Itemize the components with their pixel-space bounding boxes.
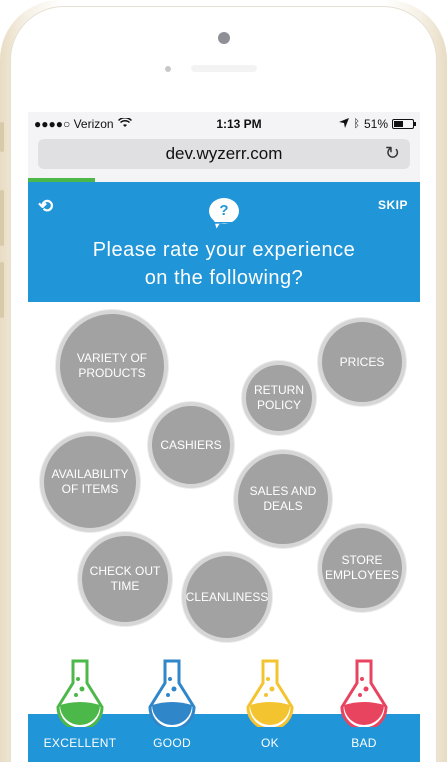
mute-switch [0, 122, 4, 152]
rating-good[interactable]: GOOD [132, 112, 212, 762]
rating-bad[interactable]: BAD [324, 112, 404, 762]
screen: ●●●●○ Verizon 1:13 PM ᛒ 51% dev.wyzerr.c… [28, 112, 420, 762]
earpiece-speaker [191, 65, 257, 72]
flask-ok-icon [246, 659, 294, 727]
flask-excellent-icon [56, 659, 104, 727]
volume-down-button [0, 262, 4, 318]
flask-bad-icon [340, 659, 388, 727]
rating-excellent[interactable]: EXCELLENT [40, 112, 120, 762]
flask-good-icon [148, 659, 196, 727]
rating-excellent-label: EXCELLENT [43, 736, 117, 750]
rating-good-label: GOOD [153, 736, 191, 750]
rating-bad-label: BAD [351, 736, 377, 750]
phone-frame: ●●●●○ Verizon 1:13 PM ᛒ 51% dev.wyzerr.c… [0, 0, 447, 762]
front-camera [218, 32, 230, 44]
rating-ok[interactable]: OK [230, 112, 310, 762]
proximity-sensor [165, 66, 171, 72]
volume-up-button [0, 190, 4, 246]
rating-ok-label: OK [261, 736, 279, 750]
